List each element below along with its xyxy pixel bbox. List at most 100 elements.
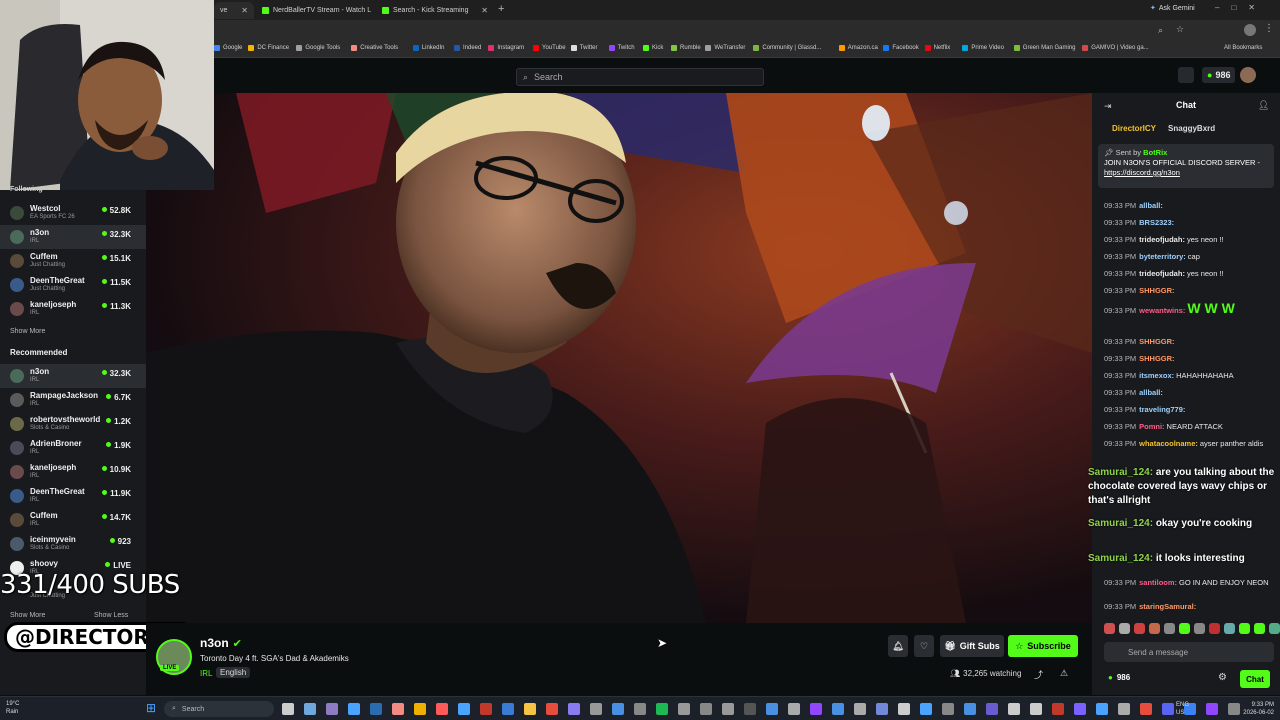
chat-input[interactable]: Send a message bbox=[1104, 642, 1274, 662]
emote-icon[interactable] bbox=[1269, 623, 1280, 634]
share-icon[interactable]: ⤴ bbox=[1034, 668, 1043, 681]
emote-icon[interactable] bbox=[1179, 623, 1190, 634]
chat-settings-icon[interactable]: ⚙ bbox=[1218, 672, 1227, 683]
sidebar-item-rampagejackson[interactable]: RampageJackson IRL 6.7K bbox=[0, 388, 146, 412]
message-username[interactable]: SHHGGR: bbox=[1139, 337, 1174, 346]
bookmark-item[interactable]: DC Finance bbox=[248, 45, 289, 51]
taskbar-app-icon[interactable] bbox=[1052, 703, 1064, 715]
bookmark-item[interactable]: Rumble bbox=[671, 45, 701, 51]
taskbar-app-icon[interactable] bbox=[986, 703, 998, 715]
taskbar-app-icon[interactable] bbox=[348, 703, 360, 715]
message-username[interactable]: santiloom: bbox=[1139, 578, 1177, 587]
taskbar-app-icon[interactable] bbox=[810, 703, 822, 715]
emote-icon[interactable] bbox=[1194, 623, 1205, 634]
browser-tab[interactable]: Search - Kick Streaming ✕ bbox=[376, 2, 494, 19]
sidebar-item-iceinmyvein[interactable]: iceinmyvein Slots & Casino 923 bbox=[0, 532, 146, 556]
taskbar-app-icon[interactable] bbox=[920, 703, 932, 715]
taskbar-app-icon[interactable] bbox=[370, 703, 382, 715]
bookmark-item[interactable]: Google bbox=[214, 45, 242, 51]
message-username[interactable]: Pomni: bbox=[1139, 422, 1164, 431]
taskbar-app-icon[interactable] bbox=[1074, 703, 1086, 715]
message-username[interactable]: SHHGGR: bbox=[1139, 286, 1174, 295]
message-username[interactable]: traveling779: bbox=[1139, 405, 1185, 414]
pinned-link[interactable]: https://discord.gg/n3on bbox=[1104, 168, 1180, 177]
taskbar-app-icon[interactable] bbox=[480, 703, 492, 715]
bookmark-item[interactable]: Prime Video bbox=[962, 45, 1004, 51]
bookmark-item[interactable]: Amazon.ca bbox=[838, 45, 878, 51]
search-input[interactable]: ⌕ Search bbox=[516, 68, 764, 86]
message-username[interactable]: allball: bbox=[1139, 388, 1163, 397]
taskbar-app-icon[interactable] bbox=[634, 703, 646, 715]
taskbar-app-icon[interactable] bbox=[744, 703, 756, 715]
taskbar-search[interactable]: ⌕ Search bbox=[164, 701, 274, 717]
taskbar-app-icon[interactable] bbox=[458, 703, 470, 715]
taskbar-app-icon[interactable] bbox=[612, 703, 624, 715]
message-username[interactable]: Samurai_124: bbox=[1088, 518, 1153, 529]
bookmark-item[interactable]: Twitter bbox=[570, 45, 597, 51]
emote-icon[interactable] bbox=[1224, 623, 1235, 634]
emote-icon[interactable] bbox=[1149, 623, 1160, 634]
input-language[interactable]: ENG US bbox=[1176, 701, 1189, 717]
emote-icon[interactable] bbox=[1209, 623, 1220, 634]
taskbar-app-icon[interactable] bbox=[392, 703, 404, 715]
pinned-sender[interactable]: BotRix bbox=[1143, 148, 1167, 157]
taskbar-app-icon[interactable] bbox=[876, 703, 888, 715]
bookmark-item[interactable]: Google Tools bbox=[296, 45, 340, 51]
bookmark-item[interactable]: Twitch bbox=[608, 45, 635, 51]
bookmark-item[interactable]: Community | Glassd... bbox=[753, 45, 821, 51]
show-less-recommended[interactable]: Show Less bbox=[94, 612, 128, 619]
zoom-icon[interactable]: ⌕ bbox=[1158, 25, 1163, 36]
profile-avatar[interactable] bbox=[1244, 24, 1256, 36]
taskbar-app-icon[interactable] bbox=[854, 703, 866, 715]
star-icon[interactable]: ☆ bbox=[1176, 24, 1184, 35]
send-chat-button[interactable]: Chat bbox=[1240, 670, 1270, 688]
sidebar-item-robertovstheworld[interactable]: robertovstheworld Slots & Casino 1.2K bbox=[0, 412, 146, 436]
message-username[interactable]: Samurai_124: bbox=[1088, 467, 1153, 478]
top-gifter-2[interactable]: SnaggyBxrd bbox=[1168, 124, 1215, 133]
taskbar-app-icon[interactable] bbox=[832, 703, 844, 715]
taskbar-app-icon[interactable] bbox=[656, 703, 668, 715]
sidebar-item-westcol[interactable]: Westcol EA Sports FC 26 52.8K bbox=[0, 201, 146, 225]
message-username[interactable]: wewantwins: bbox=[1139, 306, 1185, 315]
taskbar-app-icon[interactable] bbox=[326, 703, 338, 715]
gift-subs-button[interactable]: 🎁︎ Gift Subs bbox=[940, 635, 1004, 657]
taskbar-app-icon[interactable] bbox=[1162, 703, 1174, 715]
sidebar-item-cuffem-rec[interactable]: Cuffem IRL 14.7K bbox=[0, 508, 146, 532]
window-controls[interactable]: –□✕ bbox=[1215, 3, 1267, 12]
close-tab-icon[interactable]: ✕ bbox=[481, 6, 488, 15]
taskbar-app-icon[interactable] bbox=[964, 703, 976, 715]
user-avatar[interactable] bbox=[1240, 67, 1256, 83]
menu-icon[interactable]: ⋮ bbox=[1264, 23, 1274, 34]
bookmark-item[interactable]: GAMIVO | Video ga... bbox=[1082, 45, 1149, 51]
chat-balance[interactable]: ● 986 bbox=[1108, 673, 1130, 682]
message-username[interactable]: allball: bbox=[1139, 201, 1163, 210]
message-username[interactable]: itsmexox: bbox=[1139, 371, 1174, 380]
taskbar-app-icon[interactable] bbox=[1096, 703, 1108, 715]
report-icon[interactable]: ⚠ bbox=[1060, 668, 1068, 679]
taskbar-app-icon[interactable] bbox=[942, 703, 954, 715]
taskbar-app-icon[interactable] bbox=[898, 703, 910, 715]
sidebar-item-n3on[interactable]: n3on IRL 32.3K bbox=[0, 225, 146, 249]
show-more-following[interactable]: Show More bbox=[10, 328, 45, 335]
message-username[interactable]: Samurai_124: bbox=[1088, 553, 1153, 564]
weather-widget[interactable]: 19°C Rain bbox=[6, 700, 19, 716]
bookmark-item[interactable]: Creative Tools bbox=[351, 45, 398, 51]
sidebar-item-kaneljoseph[interactable]: kaneljoseph IRL 11.3K bbox=[0, 297, 146, 321]
taskbar-app-icon[interactable] bbox=[436, 703, 448, 715]
emote-icon[interactable] bbox=[1119, 623, 1130, 634]
emote-icon[interactable] bbox=[1254, 623, 1265, 634]
kicks-balance[interactable]: ● 986 bbox=[1202, 67, 1236, 83]
message-username[interactable]: trideofjudah: bbox=[1139, 235, 1185, 244]
taskbar-app-icon[interactable] bbox=[1008, 703, 1020, 715]
taskbar-app-icon[interactable] bbox=[590, 703, 602, 715]
message-username[interactable]: SHHGGR: bbox=[1139, 354, 1174, 363]
browse-icon[interactable] bbox=[1178, 67, 1194, 83]
taskbar-app-icon[interactable] bbox=[722, 703, 734, 715]
bookmark-item[interactable]: WeTransfer bbox=[705, 45, 745, 51]
emote-icon[interactable] bbox=[1104, 623, 1115, 634]
emote-icon[interactable] bbox=[1134, 623, 1145, 634]
bookmark-item[interactable]: Instagram bbox=[488, 45, 524, 51]
taskbar-app-icon[interactable] bbox=[788, 703, 800, 715]
clock[interactable]: 9:33 PM 2026-06-02 bbox=[1228, 701, 1274, 717]
windows-start-icon[interactable]: ⊞ bbox=[146, 702, 158, 714]
